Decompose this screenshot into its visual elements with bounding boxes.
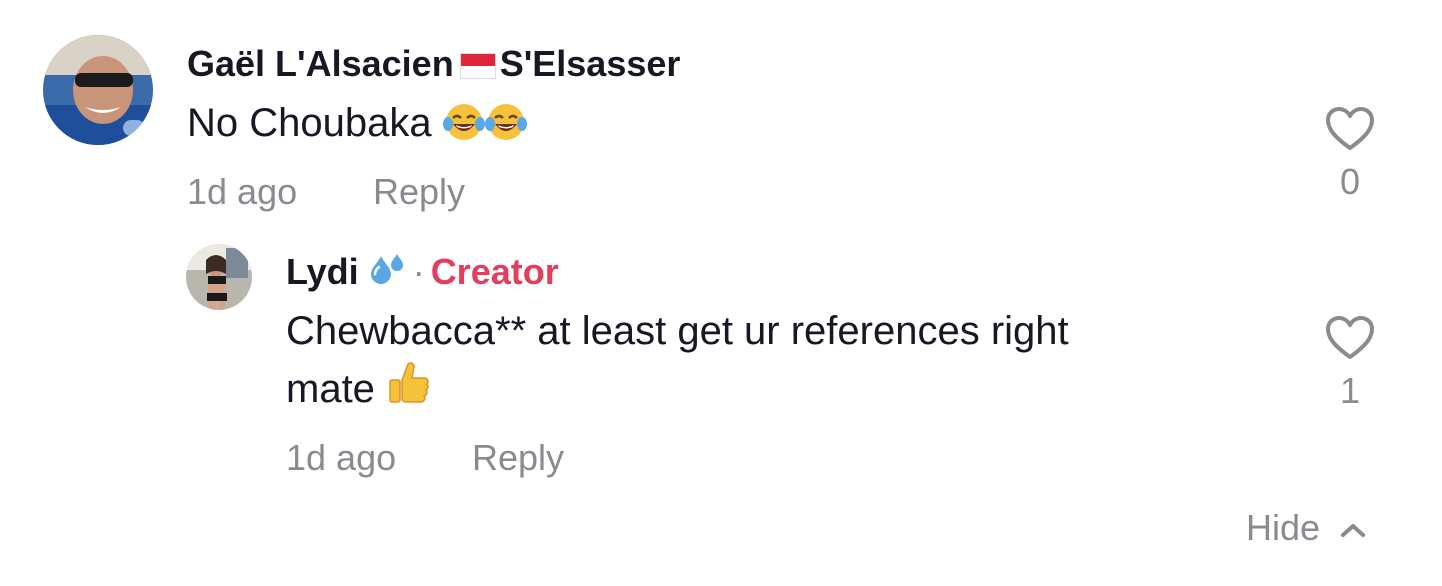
separator-dot: · (412, 251, 425, 292)
thumbs-up-icon (386, 360, 430, 422)
flag-red-white-icon (459, 53, 496, 79)
comment-username[interactable]: Gaël L'Alsacien S'Elsasser (187, 42, 680, 86)
reply-like-count: 1 (1339, 370, 1361, 411)
comment-avatar[interactable] (43, 35, 153, 145)
reply-text-line2: mate (286, 367, 375, 411)
comment-reply-button[interactable]: Reply (373, 170, 465, 214)
reply-avatar[interactable] (186, 244, 252, 310)
avatar-photo (43, 35, 153, 145)
reply-timestamp: 1d ago (286, 437, 397, 478)
comment-timestamp: 1d ago (187, 171, 298, 212)
reply-text-line2-row: mate (286, 360, 1286, 422)
reply-text: Chewbacca** at least get ur references r… (286, 302, 1286, 422)
creator-badge: Creator (430, 251, 559, 292)
comment-like-count: 0 (1339, 161, 1361, 202)
hide-replies-button[interactable]: Hide (1246, 506, 1366, 550)
comment-text-body: No Choubaka (187, 101, 432, 145)
heart-icon[interactable] (1325, 315, 1375, 361)
comment-username-part1: Gaël L'Alsacien (187, 43, 454, 84)
reply-like: 1 (1320, 315, 1380, 413)
reply-username[interactable]: Lydi (286, 251, 359, 292)
comment-username-part2: S'Elsasser (499, 43, 681, 84)
sweat-droplets-icon (369, 252, 407, 296)
chevron-up-icon (1341, 524, 1366, 537)
reply-username-row: Lydi · Creator (286, 250, 559, 296)
heart-icon[interactable] (1325, 106, 1375, 152)
hide-label: Hide (1246, 507, 1321, 548)
avatar-photo (186, 244, 252, 310)
comment-like: 0 (1320, 106, 1380, 204)
face-with-tears-of-joy-icon (442, 100, 485, 158)
reply-reply-button[interactable]: Reply (472, 436, 564, 480)
comment-text: No Choubaka (187, 94, 527, 158)
reply-text-line1: Chewbacca** at least get ur references r… (286, 309, 1069, 353)
face-with-tears-of-joy-icon (484, 100, 527, 158)
